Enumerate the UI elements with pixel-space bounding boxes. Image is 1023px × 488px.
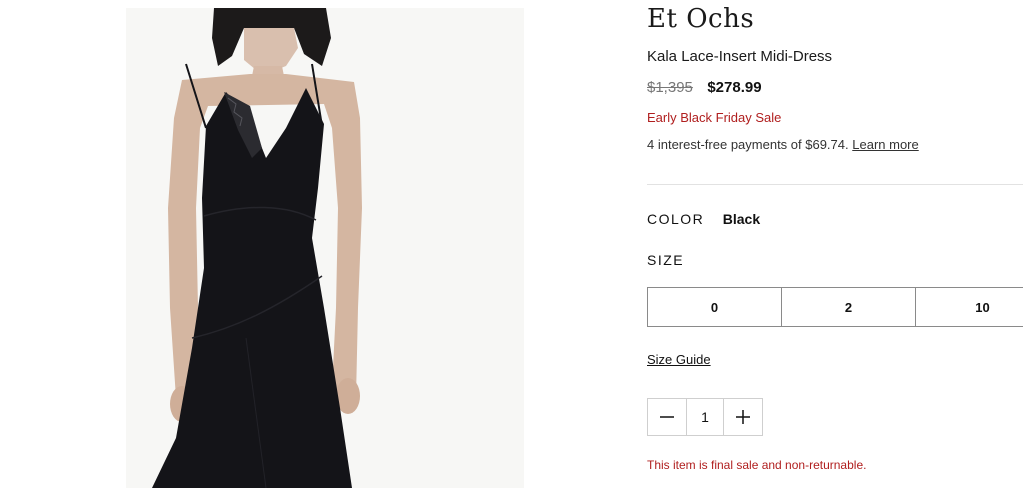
installments-info: 4 interest-free payments of $69.74. Lear… xyxy=(647,137,919,152)
price-row: $1,395 $278.99 xyxy=(647,79,762,97)
quantity-stepper: 1 xyxy=(647,398,763,436)
color-selector: COLOR Black xyxy=(647,211,760,229)
decrement-button[interactable] xyxy=(648,399,686,435)
size-label: SIZE xyxy=(647,252,685,268)
learn-more-link[interactable]: Learn more xyxy=(852,137,918,152)
size-guide-link[interactable]: Size Guide xyxy=(647,352,711,367)
size-option-2[interactable]: 2 xyxy=(781,287,916,327)
size-option-0[interactable]: 0 xyxy=(647,287,782,327)
dress-photo xyxy=(126,8,524,488)
product-title: Kala Lace-Insert Midi-Dress xyxy=(647,48,833,65)
color-value: Black xyxy=(722,211,761,227)
color-label: COLOR xyxy=(647,211,705,227)
brand-name[interactable]: Et Ochs xyxy=(647,4,754,34)
product-image[interactable] xyxy=(126,8,524,488)
product-details: Et Ochs Kala Lace-Insert Midi-Dress $1,3… xyxy=(647,0,1023,488)
final-sale-notice: This item is final sale and non-returnab… xyxy=(647,458,867,472)
plus-icon xyxy=(736,410,750,424)
sale-price: $278.99 xyxy=(707,79,762,96)
quantity-value[interactable]: 1 xyxy=(686,399,724,435)
installments-text: 4 interest-free payments of $69.74. xyxy=(647,137,849,152)
size-options: 0 2 10 xyxy=(647,287,1023,327)
product-page: Et Ochs Kala Lace-Insert Midi-Dress $1,3… xyxy=(0,0,1023,488)
minus-icon xyxy=(660,416,674,418)
divider xyxy=(647,184,1023,185)
promo-label: Early Black Friday Sale xyxy=(647,110,782,125)
original-price: $1,395 xyxy=(647,79,693,96)
size-option-10[interactable]: 10 xyxy=(915,287,1023,327)
increment-button[interactable] xyxy=(724,399,762,435)
